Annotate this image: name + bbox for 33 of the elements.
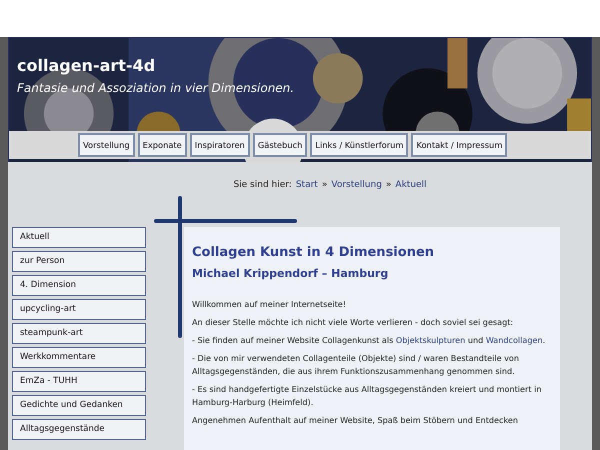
sidebar-item[interactable]: steampunk-art xyxy=(12,323,146,344)
nav-button[interactable]: Links / Künstlerforum xyxy=(310,133,408,157)
nav-button[interactable]: Gästebuch xyxy=(252,133,308,157)
paragraph: An dieser Stelle möchte ich nicht viele Worte verlieren - doch soviel sei gesagt: xyxy=(192,316,514,329)
site-title: collagen-art-4d xyxy=(17,56,156,75)
nav-button[interactable]: Exponate xyxy=(138,133,187,157)
breadcrumb-link[interactable]: Vorstellung xyxy=(331,180,382,190)
sidebar-item[interactable]: EmZa - TUHH xyxy=(12,371,146,392)
page-subheading: Michael Krippendorf – Hamburg xyxy=(192,267,390,280)
sidebar-item[interactable]: Alltagsgegenstände xyxy=(12,419,146,440)
paragraph: Willkommen auf meiner Internetseite! xyxy=(192,298,347,311)
paragraph: - Sie finden auf meiner Website Collagenkunst als Objektskulpturen und Wandcollagen. xyxy=(192,334,546,347)
sidebar-item[interactable]: upcycling-art xyxy=(12,299,146,320)
breadcrumb-separator: » xyxy=(386,180,392,190)
nav-button[interactable]: Inspiratoren xyxy=(190,133,250,157)
nav-button[interactable]: Kontakt / Impressum xyxy=(411,133,508,157)
paragraph: - Es sind handgefertigte Einzelstücke aus Alltagsgegenständen kreiert und montiert in Hamburg-Harburg (Heimfeld). xyxy=(192,383,542,409)
sidebar-item[interactable]: zur Person xyxy=(12,251,146,272)
breadcrumb-link[interactable]: Start xyxy=(296,180,318,190)
site-subtitle: Fantasie und Assoziation in vier Dimensionen. xyxy=(17,81,296,95)
breadcrumb-separator: » xyxy=(322,180,328,190)
page-heading: Collagen Kunst in 4 Dimensionen xyxy=(192,245,436,260)
breadcrumb-label: Sie sind hier: xyxy=(233,180,292,190)
text-link[interactable]: Wandcollagen xyxy=(486,335,543,345)
nav-button[interactable]: Vorstellung xyxy=(78,133,135,157)
paragraph: Angenehmen Aufenthalt auf meiner Website, Spaß beim Stöbern und Entdecken xyxy=(192,414,519,427)
sidebar-item[interactable]: Gedichte und Gedanken xyxy=(12,395,146,416)
sidebar-item[interactable]: Werkkommentare xyxy=(12,347,146,368)
sidebar-item[interactable]: Aktuell xyxy=(12,227,146,248)
paragraph: - Die von mir verwendeten Collagenteile (Objekte) sind / waren Bestandteile von Alltagsgegenständen, die aus ihrem Funktionszusammenhang genommen sind. xyxy=(192,352,520,378)
sidebar-item[interactable]: 4. Dimension xyxy=(12,275,146,296)
breadcrumb-link[interactable]: Aktuell xyxy=(395,180,427,190)
text-link[interactable]: Objektskulpturen xyxy=(396,335,466,345)
